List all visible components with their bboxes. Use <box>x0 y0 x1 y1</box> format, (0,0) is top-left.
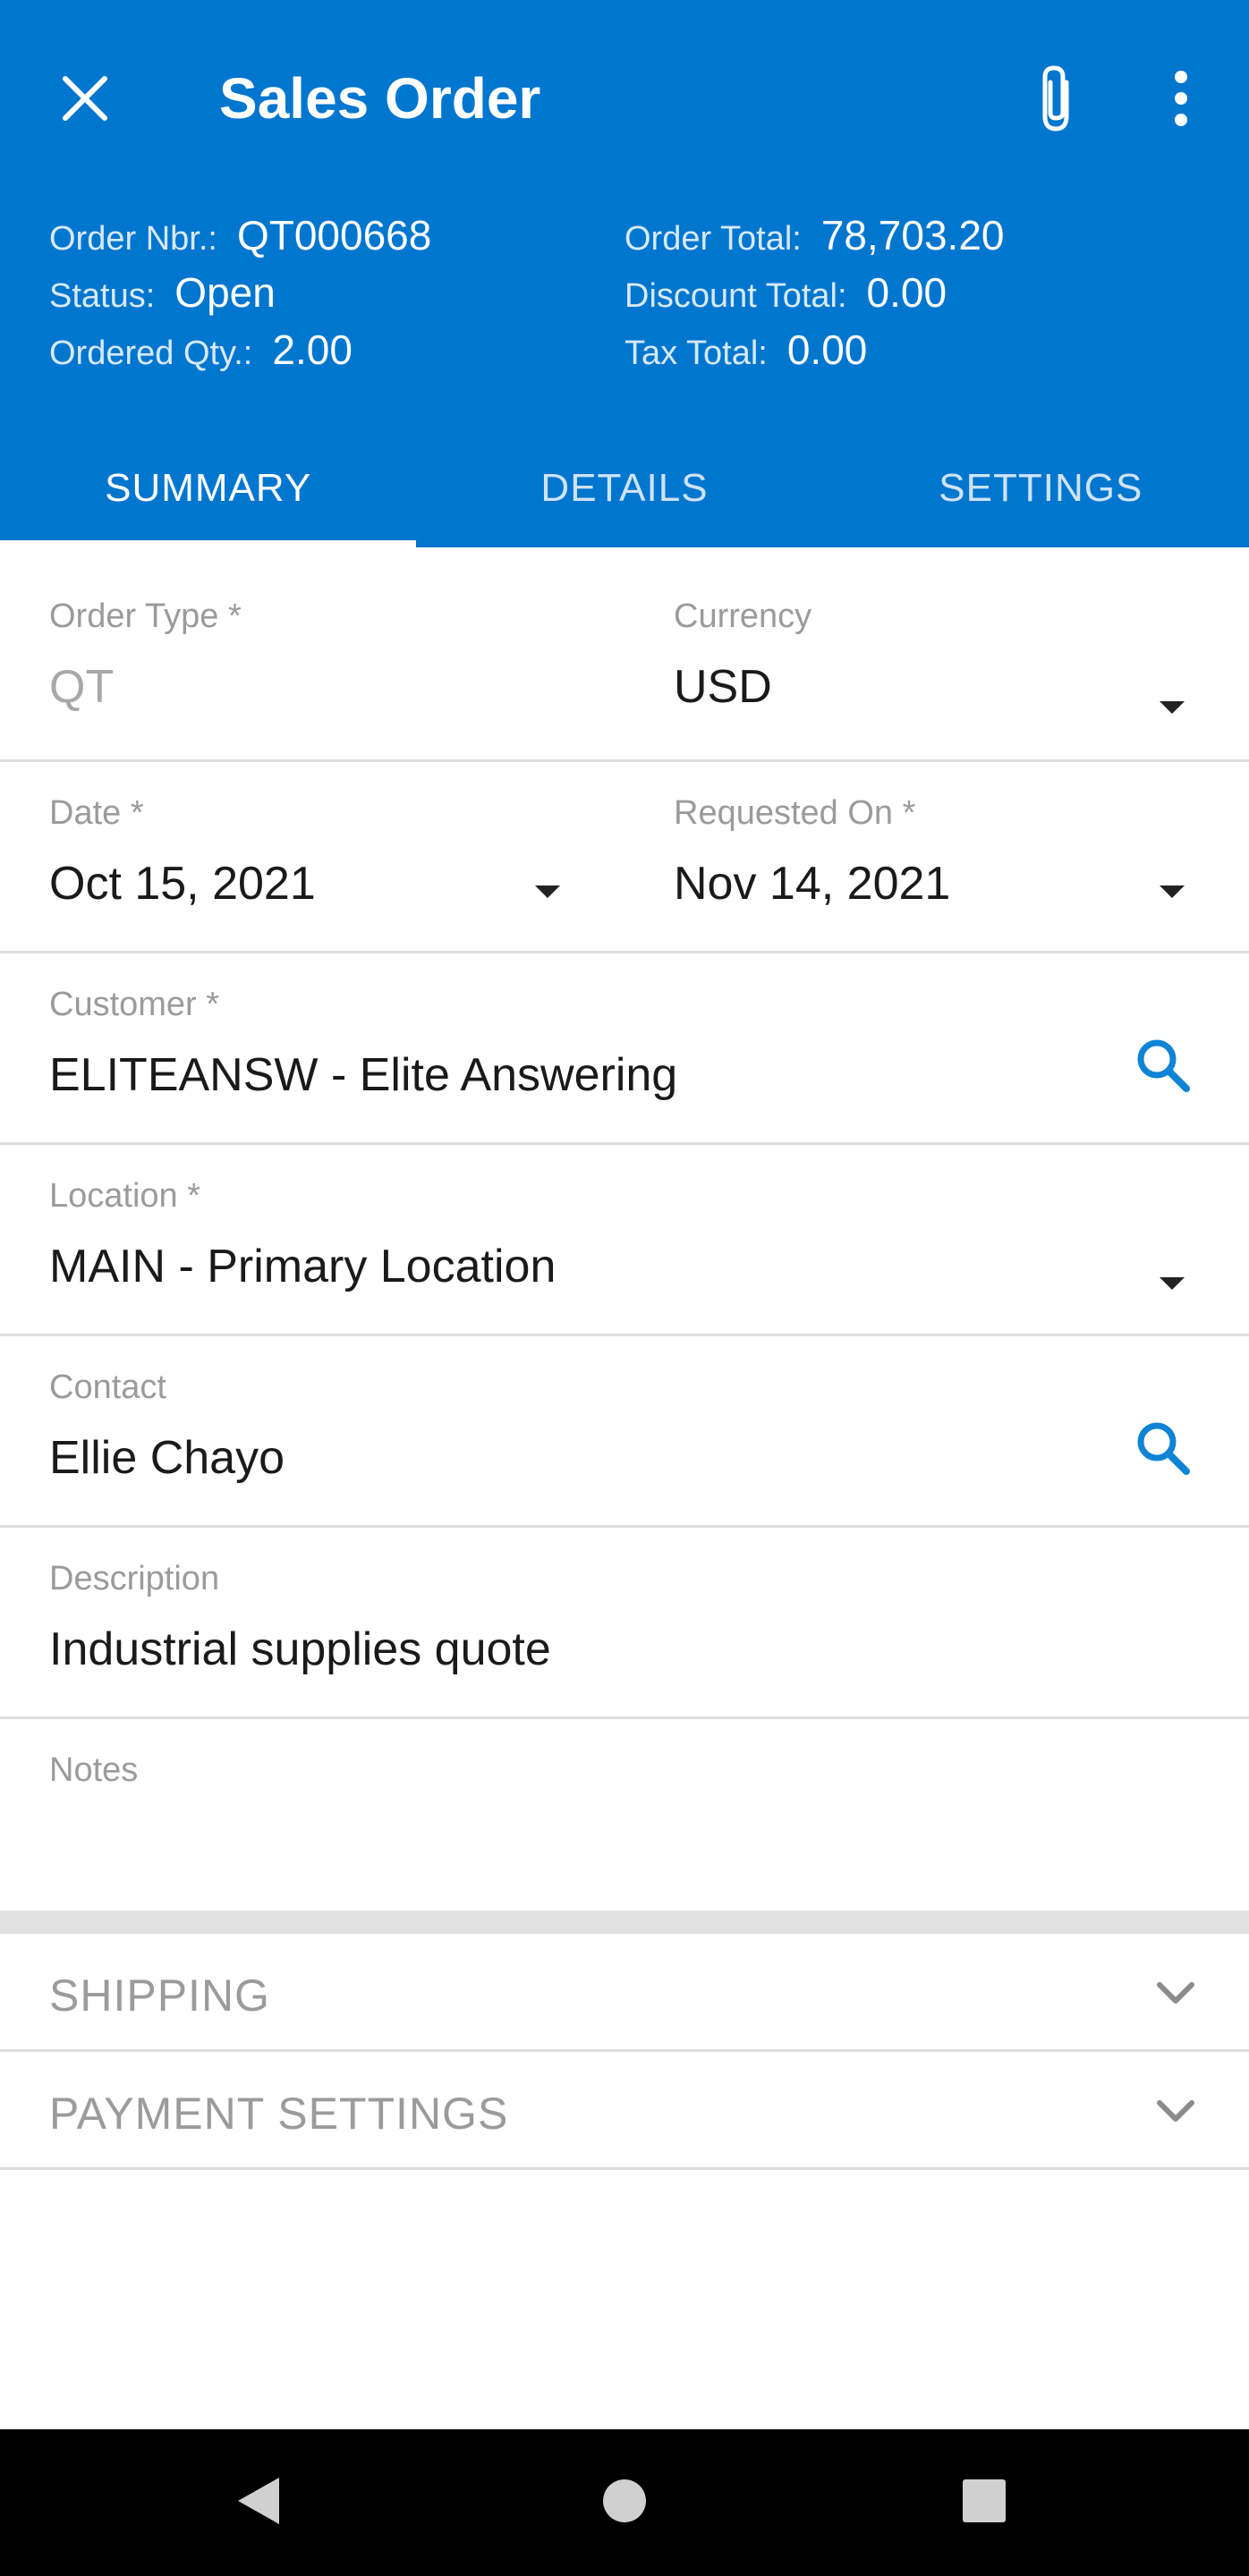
discount-total-row: Discount Total: 0.00 <box>624 268 947 317</box>
description-field[interactable]: Description Industrial supplies quote <box>0 1528 1249 1716</box>
chevron-down-icon <box>1157 1982 1194 2004</box>
contact-field[interactable]: Contact Ellie Chayo <box>0 1336 1249 1525</box>
currency-dropdown-icon[interactable] <box>1160 701 1185 714</box>
tax-total-label: Tax Total: <box>624 335 768 372</box>
order-total-label: Order Total: <box>624 220 802 258</box>
payment-settings-section[interactable]: PAYMENT SETTINGS <box>0 2052 1249 2170</box>
order-type-label: Order Type * <box>49 597 242 635</box>
location-value: MAIN - Primary Location <box>49 1241 557 1292</box>
shipping-expand-button[interactable] <box>1147 1964 1204 2021</box>
order-total-value: 78,703.20 <box>820 212 1005 258</box>
close-icon <box>63 76 107 121</box>
back-triangle-icon <box>238 2478 279 2524</box>
app-header: Sales Order Order Nbr.: QT000668 Status:… <box>0 0 1249 547</box>
order-type-currency-row: Order Type * QT Currency USD <box>0 547 1249 762</box>
ordered-qty-label: Ordered Qty.: <box>49 335 253 372</box>
order-type-field[interactable]: Order Type * QT <box>0 547 624 759</box>
contact-value: Ellie Chayo <box>49 1432 285 1484</box>
date-dropdown-icon[interactable] <box>535 886 560 898</box>
chevron-down-icon <box>1157 2100 1194 2122</box>
location-row: Location * MAIN - Primary Location <box>0 1145 1249 1336</box>
shipping-section-label: SHIPPING <box>49 1970 270 2021</box>
search-icon <box>1137 1422 1190 1475</box>
paperclip-icon <box>1042 65 1069 131</box>
system-nav-bar <box>0 2429 1249 2576</box>
description-row: Description Industrial supplies quote <box>0 1528 1249 1719</box>
location-dropdown-icon[interactable] <box>1160 1277 1185 1290</box>
date-label: Date * <box>49 794 144 832</box>
tab-bar: SUMMARY DETAILS SETTINGS <box>0 429 1249 547</box>
order-type-value: QT <box>49 661 115 713</box>
customer-label: Customer * <box>49 986 220 1023</box>
contact-row: Contact Ellie Chayo <box>0 1336 1249 1528</box>
customer-row: Customer * ELITEANSW - Elite Answering <box>0 953 1249 1145</box>
order-nbr-value: QT000668 <box>236 212 432 258</box>
status-value: Open <box>174 269 276 316</box>
discount-total-value: 0.00 <box>866 269 947 316</box>
ordered-qty-row: Ordered Qty.: 2.00 <box>49 326 353 374</box>
requested-on-label: Requested On * <box>674 794 916 832</box>
tab-summary[interactable]: SUMMARY <box>0 429 417 547</box>
order-nbr-row: Order Nbr.: QT000668 <box>49 211 431 259</box>
requested-on-value: Nov 14, 2021 <box>674 858 951 910</box>
tax-total-row: Tax Total: 0.00 <box>624 326 867 374</box>
currency-value: USD <box>674 661 772 713</box>
shipping-section[interactable]: SHIPPING <box>0 1934 1249 2052</box>
location-field[interactable]: Location * MAIN - Primary Location <box>0 1145 1249 1334</box>
order-total-row: Order Total: 78,703.20 <box>624 211 1005 259</box>
tab-details[interactable]: DETAILS <box>416 429 832 547</box>
payment-settings-section-label: PAYMENT SETTINGS <box>49 2089 509 2139</box>
search-icon <box>1137 1039 1190 1092</box>
requested-on-dropdown-icon[interactable] <box>1160 886 1185 898</box>
home-circle-icon <box>603 2479 646 2522</box>
customer-field[interactable]: Customer * ELITEANSW - Elite Answering <box>0 953 1249 1142</box>
contact-search-button[interactable] <box>1123 1408 1203 1488</box>
close-button[interactable] <box>49 63 121 134</box>
back-button[interactable] <box>215 2456 304 2546</box>
status-label: Status: <box>49 277 156 315</box>
section-divider <box>0 1911 1249 1934</box>
home-button[interactable] <box>580 2456 669 2546</box>
date-field[interactable]: Date * Oct 15, 2021 <box>0 762 624 951</box>
description-value: Industrial supplies quote <box>49 1623 551 1675</box>
notes-row: Notes <box>0 1719 1249 1911</box>
page-title: Sales Order <box>219 66 541 131</box>
order-nbr-label: Order Nbr.: <box>49 220 217 258</box>
tax-total-value: 0.00 <box>786 326 868 373</box>
more-options-button[interactable] <box>1145 61 1217 136</box>
notes-label: Notes <box>49 1751 139 1789</box>
date-value: Oct 15, 2021 <box>49 858 316 910</box>
customer-value: ELITEANSW - Elite Answering <box>49 1049 678 1101</box>
description-label: Description <box>49 1560 220 1597</box>
status-row: Status: Open <box>49 268 276 317</box>
attach-button[interactable] <box>1020 61 1092 136</box>
recents-square-icon <box>963 2479 1006 2522</box>
dates-row: Date * Oct 15, 2021 Requested On * Nov 1… <box>0 762 1249 953</box>
currency-field[interactable]: Currency USD <box>624 547 1249 759</box>
notes-field[interactable]: Notes <box>0 1719 1249 1911</box>
currency-label: Currency <box>674 597 812 635</box>
ordered-qty-value: 2.00 <box>272 326 353 373</box>
recents-button[interactable] <box>939 2456 1029 2546</box>
more-vert-icon <box>1175 71 1187 126</box>
location-label: Location * <box>49 1177 201 1215</box>
discount-total-label: Discount Total: <box>624 277 847 315</box>
payment-settings-expand-button[interactable] <box>1147 2082 1204 2140</box>
tab-settings[interactable]: SETTINGS <box>833 429 1249 547</box>
requested-on-field[interactable]: Requested On * Nov 14, 2021 <box>624 762 1249 951</box>
contact-label: Contact <box>49 1368 166 1406</box>
customer-search-button[interactable] <box>1123 1025 1203 1106</box>
